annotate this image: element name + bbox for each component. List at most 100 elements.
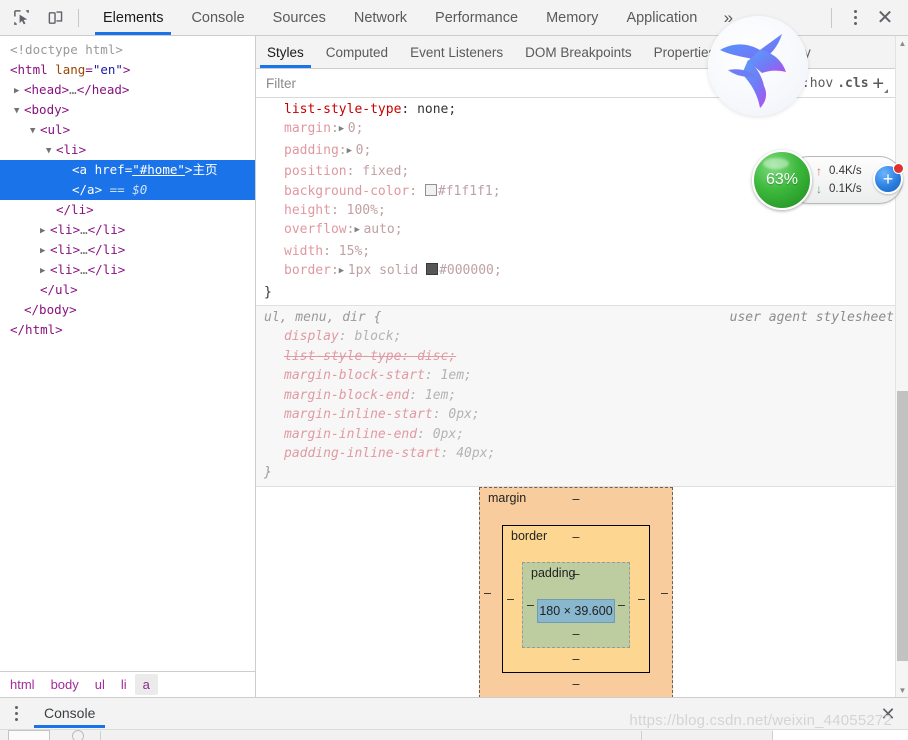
- ua-rule-selector[interactable]: ul, menu, dir { user agent stylesheet: [256, 308, 908, 327]
- breadcrumb-item-a[interactable]: a: [134, 674, 158, 695]
- value-height[interactable]: 100%: [347, 203, 378, 218]
- dom-row-html[interactable]: <html lang="en">: [0, 60, 255, 80]
- scrollbar-thumb[interactable]: [897, 391, 908, 661]
- console-no-entry-icon[interactable]: [72, 730, 84, 740]
- tab-event-listeners[interactable]: Event Listeners: [399, 36, 514, 68]
- dom-row-li-close[interactable]: </li>: [0, 200, 255, 220]
- declaration-margin[interactable]: margin:▶ 0;: [256, 119, 908, 140]
- cls-button[interactable]: .cls: [837, 76, 868, 91]
- chevron-right-icon[interactable]: ▶: [14, 81, 24, 101]
- hummingbird-logo-icon[interactable]: [708, 16, 808, 116]
- ua-declaration-margin-block-end[interactable]: margin-block-end: 1em;: [256, 386, 908, 405]
- chevron-right-icon[interactable]: ▶: [347, 142, 356, 161]
- css-rule-user-agent[interactable]: ul, menu, dir { user agent stylesheet di…: [256, 306, 908, 487]
- styles-panel-scrollbar[interactable]: ▲ ▼: [895, 36, 908, 697]
- declaration-overflow[interactable]: overflow:▶ auto;: [256, 220, 908, 241]
- chevron-right-icon[interactable]: ▶: [40, 241, 50, 261]
- value-overflow[interactable]: auto: [363, 222, 394, 237]
- dom-tree-panel[interactable]: <!doctype html> <html lang="en"> ▶ <head>…: [0, 36, 256, 671]
- chevron-right-icon[interactable]: ▶: [40, 261, 50, 281]
- drawer-tab-console[interactable]: Console: [30, 698, 109, 728]
- console-clear-icon[interactable]: [8, 730, 50, 740]
- breadcrumb-item-html[interactable]: html: [2, 674, 43, 695]
- ua-declaration-margin-block-start[interactable]: margin-block-start: 1em;: [256, 366, 908, 385]
- dom-row-li-open[interactable]: ▼ <li>: [0, 140, 255, 160]
- new-style-rule-button[interactable]: +: [873, 73, 889, 93]
- chevron-down-icon[interactable]: ▼: [46, 141, 56, 161]
- value-width[interactable]: 15%: [339, 244, 362, 259]
- breadcrumb-item-li[interactable]: li: [113, 674, 135, 695]
- chevron-down-icon[interactable]: ▼: [14, 101, 24, 121]
- box-model-padding-bottom[interactable]: –: [537, 623, 615, 643]
- drawer-menu-icon[interactable]: [2, 700, 30, 726]
- a-href-value[interactable]: "#home": [132, 162, 185, 177]
- dom-row-li4[interactable]: ▶ <li>…</li>: [0, 260, 255, 280]
- dom-row-li3[interactable]: ▶ <li>…</li>: [0, 240, 255, 260]
- declaration-width[interactable]: width: 15%;: [256, 242, 908, 261]
- dom-row-body-open[interactable]: ▼ <body>: [0, 100, 255, 120]
- declaration-border[interactable]: border:▶ 1px solid #000000;: [256, 261, 908, 282]
- chevron-down-icon[interactable]: ▼: [30, 121, 40, 141]
- ua-declaration-list-style-type[interactable]: list-style-type: disc;: [256, 347, 908, 366]
- dom-row-body-close[interactable]: </body>: [0, 300, 255, 320]
- box-model-border[interactable]: border – – – padding – – – 180 × 39.600 …: [502, 525, 650, 673]
- value-list-style-type[interactable]: none: [417, 102, 448, 117]
- box-model-margin-right[interactable]: –: [661, 586, 668, 600]
- tab-console[interactable]: Console: [177, 0, 258, 35]
- network-speed-widget[interactable]: 63% ↑ 0.4K/s ↓ 0.1K/s +: [752, 150, 904, 212]
- hov-button[interactable]: :hov: [802, 76, 833, 91]
- dom-row-head[interactable]: ▶ <head>…</head>: [0, 80, 255, 100]
- ua-declaration-display[interactable]: display: block;: [256, 327, 908, 346]
- tab-application[interactable]: Application: [612, 0, 711, 35]
- value-position[interactable]: fixed: [362, 164, 401, 179]
- box-model-padding-left[interactable]: –: [527, 598, 534, 612]
- ua-declaration-margin-inline-end[interactable]: margin-inline-end: 0px;: [256, 425, 908, 444]
- memory-usage-ball[interactable]: 63%: [752, 150, 812, 210]
- box-model-border-right[interactable]: –: [638, 592, 645, 606]
- tab-memory[interactable]: Memory: [532, 0, 612, 35]
- dom-row-ul-open[interactable]: ▼ <ul>: [0, 120, 255, 140]
- chevron-right-icon[interactable]: ▶: [354, 221, 363, 240]
- chevron-right-icon[interactable]: ▶: [339, 120, 348, 139]
- close-devtools-icon[interactable]: ✕: [870, 3, 900, 33]
- chevron-right-icon[interactable]: ▶: [40, 221, 50, 241]
- dom-row-anchor-selected[interactable]: <a href="#home">主页: [0, 160, 255, 180]
- box-model-border-left[interactable]: –: [507, 592, 514, 606]
- tab-styles[interactable]: Styles: [256, 36, 315, 68]
- tab-computed[interactable]: Computed: [315, 36, 399, 68]
- prop-height: height: [284, 203, 331, 219]
- device-toolbar-icon[interactable]: [42, 5, 68, 31]
- dom-row-doctype[interactable]: <!doctype html>: [0, 40, 255, 60]
- tab-network[interactable]: Network: [340, 0, 421, 35]
- value-background-color[interactable]: #f1f1f1: [438, 184, 493, 199]
- ua-declaration-padding-inline-start[interactable]: padding-inline-start: 40px;: [256, 444, 908, 463]
- box-model-content-size[interactable]: 180 × 39.600: [537, 599, 615, 623]
- declaration-list-style-type[interactable]: list-style-type: none;: [256, 100, 908, 119]
- tab-elements[interactable]: Elements: [89, 0, 177, 35]
- dom-row-ul-close[interactable]: </ul>: [0, 280, 255, 300]
- chevron-right-icon[interactable]: ▶: [339, 262, 348, 281]
- box-model-margin[interactable]: margin – – – border – – – padding – – – …: [479, 487, 673, 698]
- scroll-up-arrow-icon[interactable]: ▲: [896, 36, 908, 50]
- dom-row-li2[interactable]: ▶ <li>…</li>: [0, 220, 255, 240]
- breadcrumb-item-ul[interactable]: ul: [87, 674, 113, 695]
- ua-declaration-margin-inline-start[interactable]: margin-inline-start: 0px;: [256, 405, 908, 424]
- color-swatch-icon[interactable]: [426, 263, 439, 276]
- tab-dom-breakpoints[interactable]: DOM Breakpoints: [514, 36, 643, 68]
- breadcrumb-item-body[interactable]: body: [43, 674, 87, 695]
- inspect-element-icon[interactable]: [8, 5, 34, 31]
- tab-performance[interactable]: Performance: [421, 0, 532, 35]
- dom-row-anchor-close[interactable]: </a> == $0: [0, 180, 255, 200]
- scroll-down-arrow-icon[interactable]: ▼: [896, 683, 908, 697]
- dom-row-html-close[interactable]: </html>: [0, 320, 255, 340]
- box-model-margin-bottom[interactable]: –: [502, 673, 650, 693]
- box-model-padding-right[interactable]: –: [618, 598, 625, 612]
- box-model-border-bottom[interactable]: –: [522, 648, 630, 668]
- add-tool-button[interactable]: +: [873, 163, 904, 194]
- box-model-margin-left[interactable]: –: [484, 586, 491, 600]
- box-model-padding[interactable]: padding – – – 180 × 39.600 –: [522, 562, 630, 648]
- settings-kebab-icon[interactable]: [842, 5, 868, 31]
- value-margin[interactable]: 0: [348, 121, 356, 136]
- tab-sources[interactable]: Sources: [259, 0, 340, 35]
- color-swatch-icon[interactable]: [424, 183, 437, 196]
